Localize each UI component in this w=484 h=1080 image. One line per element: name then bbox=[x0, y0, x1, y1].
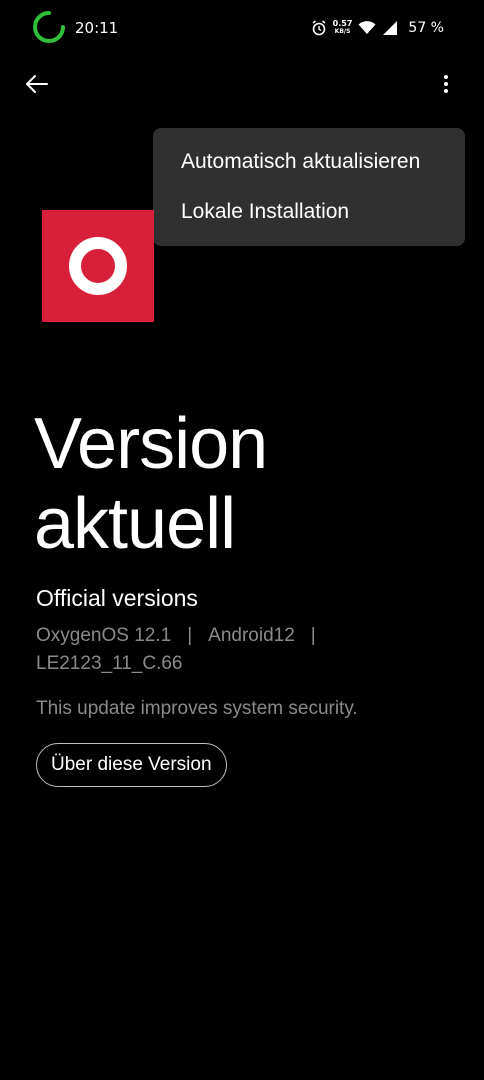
arrow-left-icon bbox=[26, 75, 48, 93]
headline-line-1: Version bbox=[34, 404, 268, 484]
update-description: This update improves system security. bbox=[36, 698, 358, 719]
logo-ring-icon bbox=[69, 237, 127, 295]
separator: | bbox=[187, 625, 193, 646]
build-number: LE2123_11_C.66 bbox=[36, 653, 183, 674]
cell-signal-icon bbox=[382, 20, 398, 36]
battery-level: 57 % bbox=[408, 20, 444, 36]
net-speed-value: 0.57 bbox=[332, 19, 353, 28]
net-speed: 0.57 KB/S bbox=[333, 20, 353, 36]
alarm-icon bbox=[311, 20, 327, 36]
status-icons: 0.57 KB/S 57 % bbox=[311, 17, 444, 39]
version-info: OxygenOS 12.1 | Android12 | LE2123_11_C.66 bbox=[36, 622, 456, 678]
overflow-menu: Automatisch aktualisieren Lokale Install… bbox=[153, 128, 465, 246]
headline-line-2: aktuell bbox=[34, 484, 236, 564]
status-time: 20:11 bbox=[75, 19, 119, 37]
oneplus-logo bbox=[42, 210, 154, 322]
separator: | bbox=[310, 625, 316, 646]
section-title: Official versions bbox=[36, 585, 198, 611]
update-screen: 20:11 0.57 KB/S 57 % Automatisch aktuali… bbox=[0, 0, 484, 1080]
wifi-icon bbox=[358, 21, 376, 35]
android-version: Android12 bbox=[208, 625, 295, 646]
more-options-button[interactable] bbox=[432, 68, 460, 100]
menu-item-local-install[interactable]: Lokale Installation bbox=[181, 200, 349, 224]
status-bar: 20:11 0.57 KB/S 57 % bbox=[0, 0, 484, 58]
net-speed-unit: KB/S bbox=[334, 28, 351, 35]
loading-spinner-icon bbox=[33, 11, 65, 43]
about-version-button[interactable]: Über diese Version bbox=[36, 743, 227, 787]
menu-item-auto-update[interactable]: Automatisch aktualisieren bbox=[181, 150, 420, 174]
os-version: OxygenOS 12.1 bbox=[36, 625, 172, 646]
back-button[interactable] bbox=[20, 68, 54, 100]
more-vert-icon bbox=[444, 75, 448, 93]
status-headline: Version aktuell bbox=[34, 404, 268, 564]
